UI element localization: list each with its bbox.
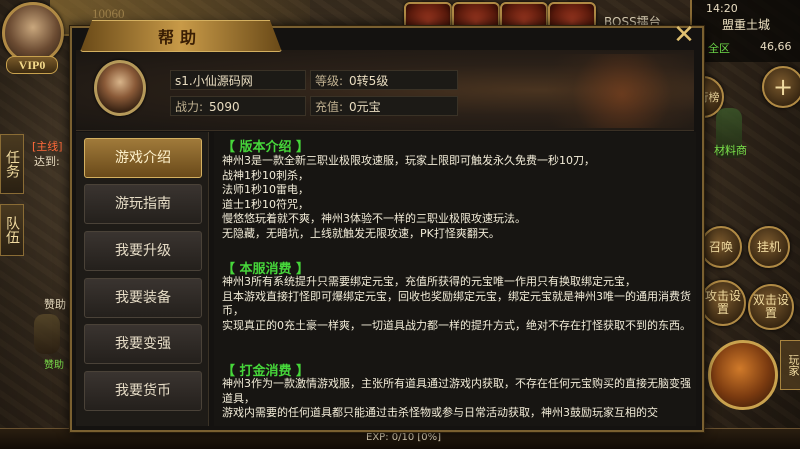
section-title-version: 【 版本介绍 】	[222, 140, 310, 155]
section-text-spending: 神州3所有系统提升只需要绑定元宝，充值所获得的元宝唯一作用只有换取绑定元宝， 且…	[222, 275, 691, 332]
menu-game-intro[interactable]: 游戏介绍	[84, 138, 202, 178]
vip-badge[interactable]: VIP0	[6, 56, 58, 74]
task-tab[interactable]: 任务	[0, 134, 24, 194]
player-tab-button[interactable]: 玩家	[780, 340, 800, 390]
expand-plus-button[interactable]: +	[762, 66, 800, 108]
recharge-value: 0元宝	[349, 100, 381, 114]
level-label: 等级:	[315, 74, 344, 88]
menu-equipment[interactable]: 我要装备	[84, 278, 202, 318]
summon-button[interactable]: 召唤	[700, 226, 742, 268]
power-label: 战力:	[175, 100, 204, 114]
player-name: s1.小仙源码网	[175, 74, 253, 88]
section-text-version: 神州3是一款全新三职业极限攻速服，玩家上限即可触发永久免费一秒10刀， 战神1秒…	[222, 154, 595, 240]
sponsor-npc-figure[interactable]	[34, 314, 60, 354]
section-text-gold: 神州3作为一款激情游戏服，主张所有道具通过游戏内获取，不存在任何元宝购买的直接无…	[222, 377, 691, 419]
quest-goal-label: 达到:	[34, 155, 60, 168]
auto-hangup-button[interactable]: 挂机	[748, 226, 790, 268]
player-name-field: s1.小仙源码网	[170, 70, 306, 90]
sponsor-label[interactable]: 赞助	[44, 296, 66, 312]
menu-get-stronger[interactable]: 我要变强	[84, 324, 202, 364]
double-click-setting-button[interactable]: 双击设置	[748, 284, 794, 330]
hero-portrait[interactable]	[2, 2, 64, 64]
recharge-label: 充值:	[315, 100, 344, 114]
zone-label: 全区	[708, 42, 730, 55]
close-icon[interactable]: ✕	[668, 20, 700, 52]
npc-name-label[interactable]: 材料商	[714, 142, 747, 158]
level-field: 等级: 0转5级	[310, 70, 458, 90]
menu-level-up[interactable]: 我要升级	[84, 231, 202, 271]
main-quest-label[interactable]: [主线]	[32, 138, 63, 154]
menu-play-guide[interactable]: 游玩指南	[84, 184, 202, 224]
hud-power-value: 10060	[92, 6, 125, 21]
menu-currency[interactable]: 我要货币	[84, 371, 202, 411]
main-attack-button[interactable]	[708, 340, 778, 410]
help-content-area[interactable]: 【 版本介绍 】 神州3是一款全新三职业极限攻速服，玩家上限即可触发永久免费一秒…	[214, 132, 696, 426]
header-artwork	[520, 54, 690, 128]
recharge-field: 充值: 0元宝	[310, 96, 458, 116]
power-field: 战力: 5090	[170, 96, 306, 116]
map-coordinates: 46,66	[760, 40, 792, 53]
team-tab[interactable]: 队伍	[0, 204, 24, 256]
exp-readout: EXP: 0/10 [0%]	[366, 432, 442, 443]
clock-time: 14:20	[706, 2, 738, 15]
power-value: 5090	[209, 100, 240, 114]
level-value: 0转5级	[349, 74, 389, 88]
dialog-title: 帮助	[157, 28, 202, 47]
player-avatar	[94, 60, 146, 116]
sponsor-npc-label[interactable]: 赞助	[44, 356, 64, 371]
attack-setting-button[interactable]: 攻击设置	[700, 280, 746, 326]
map-name: 盟重土城	[722, 18, 771, 32]
